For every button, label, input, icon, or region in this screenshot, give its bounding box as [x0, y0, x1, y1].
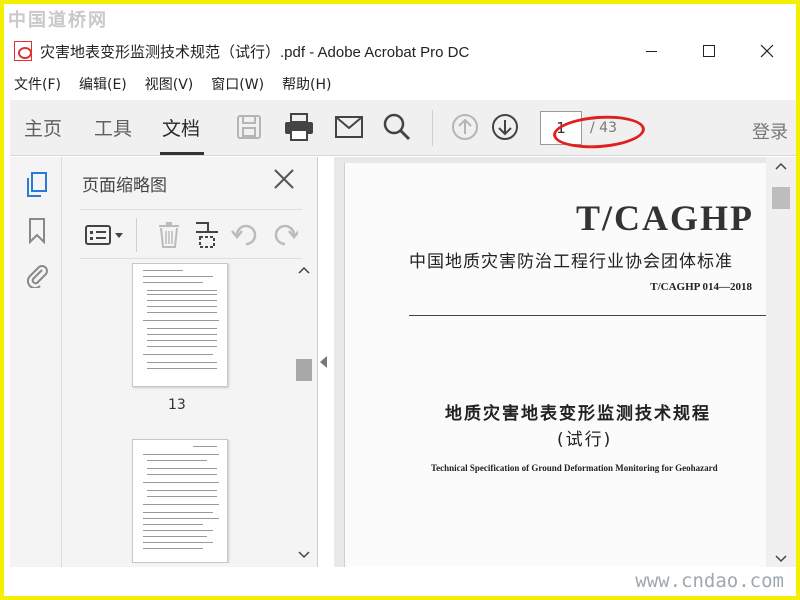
find-button[interactable] — [382, 112, 412, 142]
extract-pages-icon — [196, 222, 218, 248]
window-controls — [622, 32, 796, 70]
trash-icon — [159, 222, 179, 248]
page-up-icon — [452, 114, 478, 140]
menu-file[interactable]: 文件(F) — [14, 74, 61, 94]
tab-home[interactable]: 主页 — [24, 114, 62, 141]
scroll-down-icon — [298, 551, 310, 559]
page-down-icon — [492, 114, 518, 140]
bookmarks-button[interactable] — [24, 217, 50, 245]
attachments-button[interactable] — [24, 261, 50, 289]
search-icon — [383, 113, 411, 141]
main-toolbar: 主页 工具 文档 1 / 43 登录 — [10, 100, 796, 156]
rotate-right-icon — [274, 224, 298, 246]
extract-pages-button[interactable] — [192, 220, 222, 250]
rotate-counterclockwise-button[interactable] — [230, 220, 260, 250]
thumbnails-scrollbar[interactable] — [294, 263, 312, 563]
panel-title: 页面缩略图 — [82, 176, 167, 196]
association-name: 中国地质灾害防治工程行业协会团体标准 — [409, 252, 733, 272]
email-button[interactable] — [334, 112, 364, 142]
save-icon — [237, 115, 261, 139]
bookmark-icon — [29, 218, 45, 244]
options-menu-button[interactable] — [84, 220, 126, 250]
maximize-icon — [703, 45, 715, 57]
scroll-down-icon — [775, 555, 787, 563]
thumbnail-page[interactable] — [132, 439, 228, 563]
header-rule — [409, 315, 767, 316]
scroll-up-icon — [298, 266, 310, 274]
tab-tools[interactable]: 工具 — [94, 114, 132, 141]
collapse-panel-icon[interactable] — [320, 356, 327, 368]
watermark-top: 中国道桥网 — [8, 10, 108, 31]
print-button[interactable] — [284, 112, 314, 142]
document-title-english: Technical Specification of Ground Deform… — [431, 463, 718, 473]
page-thumbnails-icon — [27, 172, 47, 197]
active-tab-indicator — [160, 152, 204, 155]
options-list-icon — [85, 225, 123, 245]
delete-page-button[interactable] — [154, 220, 184, 250]
menu-edit[interactable]: 编辑(E) — [79, 74, 127, 94]
print-icon — [285, 113, 313, 141]
thumbnail-page-number: 13 — [168, 397, 186, 413]
menu-help[interactable]: 帮助(H) — [282, 74, 331, 94]
standard-code: T/CAGHP — [575, 198, 754, 238]
toolbar-separator — [432, 110, 433, 146]
title-bar: 灾害地表变形监测技术规范（试行）.pdf - Adobe Acrobat Pro… — [4, 32, 796, 70]
rotate-left-icon — [231, 224, 257, 246]
paperclip-icon — [26, 265, 48, 288]
tab-document[interactable]: 文档 — [162, 114, 200, 141]
close-window-button[interactable] — [738, 32, 796, 70]
rotate-clockwise-button[interactable] — [272, 220, 298, 250]
standard-number: T/CAGHP 014—2018 — [650, 281, 752, 293]
maximize-button[interactable] — [680, 32, 738, 70]
document-title: 地质灾害地表变形监测技术规程 — [445, 404, 711, 424]
app-frame: 中国道桥网 灾害地表变形监测技术规范（试行）.pdf - Adobe Acrob… — [4, 4, 796, 596]
thumbnail-list: 13 — [80, 263, 294, 563]
sign-in-link[interactable]: 登录 — [752, 118, 788, 144]
menu-view[interactable]: 视图(V) — [145, 74, 194, 94]
email-icon — [335, 116, 363, 138]
thumbnail-page[interactable] — [132, 263, 228, 387]
window-title: 灾害地表变形监测技术规范（试行）.pdf - Adobe Acrobat Pro… — [40, 43, 470, 61]
toolbar-separator — [136, 218, 137, 252]
scroll-up-icon — [775, 162, 787, 170]
save-button[interactable] — [234, 112, 264, 142]
close-panel-button[interactable] — [272, 167, 300, 195]
previous-page-button[interactable] — [450, 112, 480, 142]
close-icon — [760, 44, 774, 58]
document-page: T/CAGHP 中国地质灾害防治工程行业协会团体标准 T/CAGHP 014—2… — [344, 163, 772, 567]
next-page-button[interactable] — [490, 112, 520, 142]
document-scrollbar[interactable] — [766, 157, 796, 567]
acrobat-pdf-icon — [14, 41, 32, 61]
minimize-icon — [645, 50, 657, 52]
menu-window[interactable]: 窗口(W) — [211, 74, 264, 94]
menu-bar: 文件(F) 编辑(E) 视图(V) 窗口(W) 帮助(H) — [4, 70, 796, 98]
watermark-bottom: www.cndao.com — [635, 570, 784, 592]
scroll-thumb[interactable] — [772, 187, 790, 209]
document-view: T/CAGHP 中国地质灾害防治工程行业协会团体标准 T/CAGHP 014—2… — [334, 157, 796, 567]
navigation-rail — [10, 157, 62, 567]
scroll-thumb[interactable] — [296, 359, 312, 381]
close-icon — [274, 169, 294, 189]
document-subtitle: (试行) — [557, 430, 613, 450]
page-thumbnails-button[interactable] — [24, 171, 50, 199]
thumbnails-toolbar — [80, 209, 302, 259]
thumbnails-panel: 页面缩略图 13 — [62, 157, 318, 567]
minimize-button[interactable] — [622, 32, 680, 70]
